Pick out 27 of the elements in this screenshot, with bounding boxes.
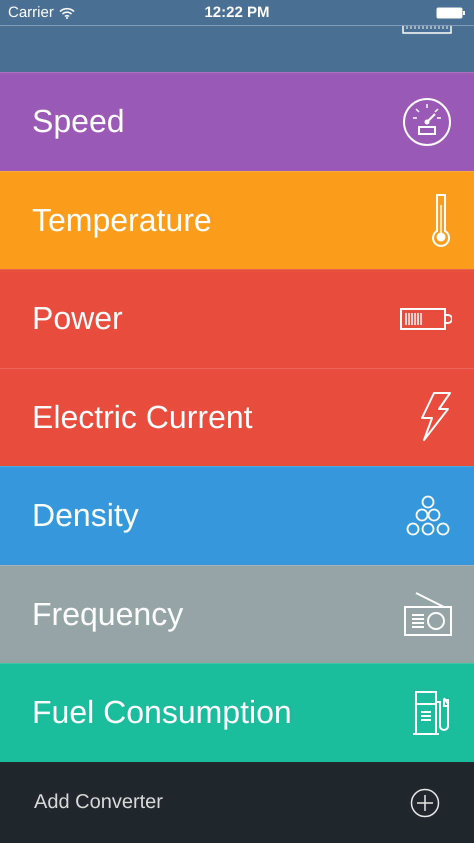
converter-row[interactable]: Density xyxy=(0,466,474,564)
wifi-icon xyxy=(58,6,75,18)
lightning-bolt-icon xyxy=(420,392,452,442)
converter-name: Frequency xyxy=(32,596,184,633)
converter-name: Electric Current xyxy=(32,398,252,436)
converter-name: Density xyxy=(32,497,139,534)
converter-row[interactable]: Temperature xyxy=(0,170,474,269)
speedometer-icon xyxy=(402,96,452,147)
battery-icon xyxy=(436,6,466,18)
clock-time: 12:22 PM xyxy=(204,4,270,21)
battery-icon xyxy=(400,308,452,330)
converter-row[interactable]: Power xyxy=(0,269,474,368)
add-icon[interactable] xyxy=(410,788,440,818)
converter-row[interactable]: Fuel Consumption xyxy=(0,663,474,762)
converter-name: Power xyxy=(32,300,123,338)
add-converter-label[interactable]: Add Converter xyxy=(34,791,163,814)
fuel-pump-icon xyxy=(412,690,452,736)
radio-icon xyxy=(404,591,452,638)
converter-name: Fuel Consumption xyxy=(32,694,292,732)
converter-row[interactable]: Electric Current xyxy=(0,368,474,466)
converter-name: Speed xyxy=(32,103,125,140)
circles-icon xyxy=(404,494,452,537)
converter-name: Temperature xyxy=(32,202,212,239)
carrier-label: Carrier xyxy=(8,4,54,21)
converter-row[interactable]: Frequency xyxy=(0,564,474,663)
thermometer-icon xyxy=(430,193,452,248)
converter-row[interactable]: Speed xyxy=(0,72,474,170)
